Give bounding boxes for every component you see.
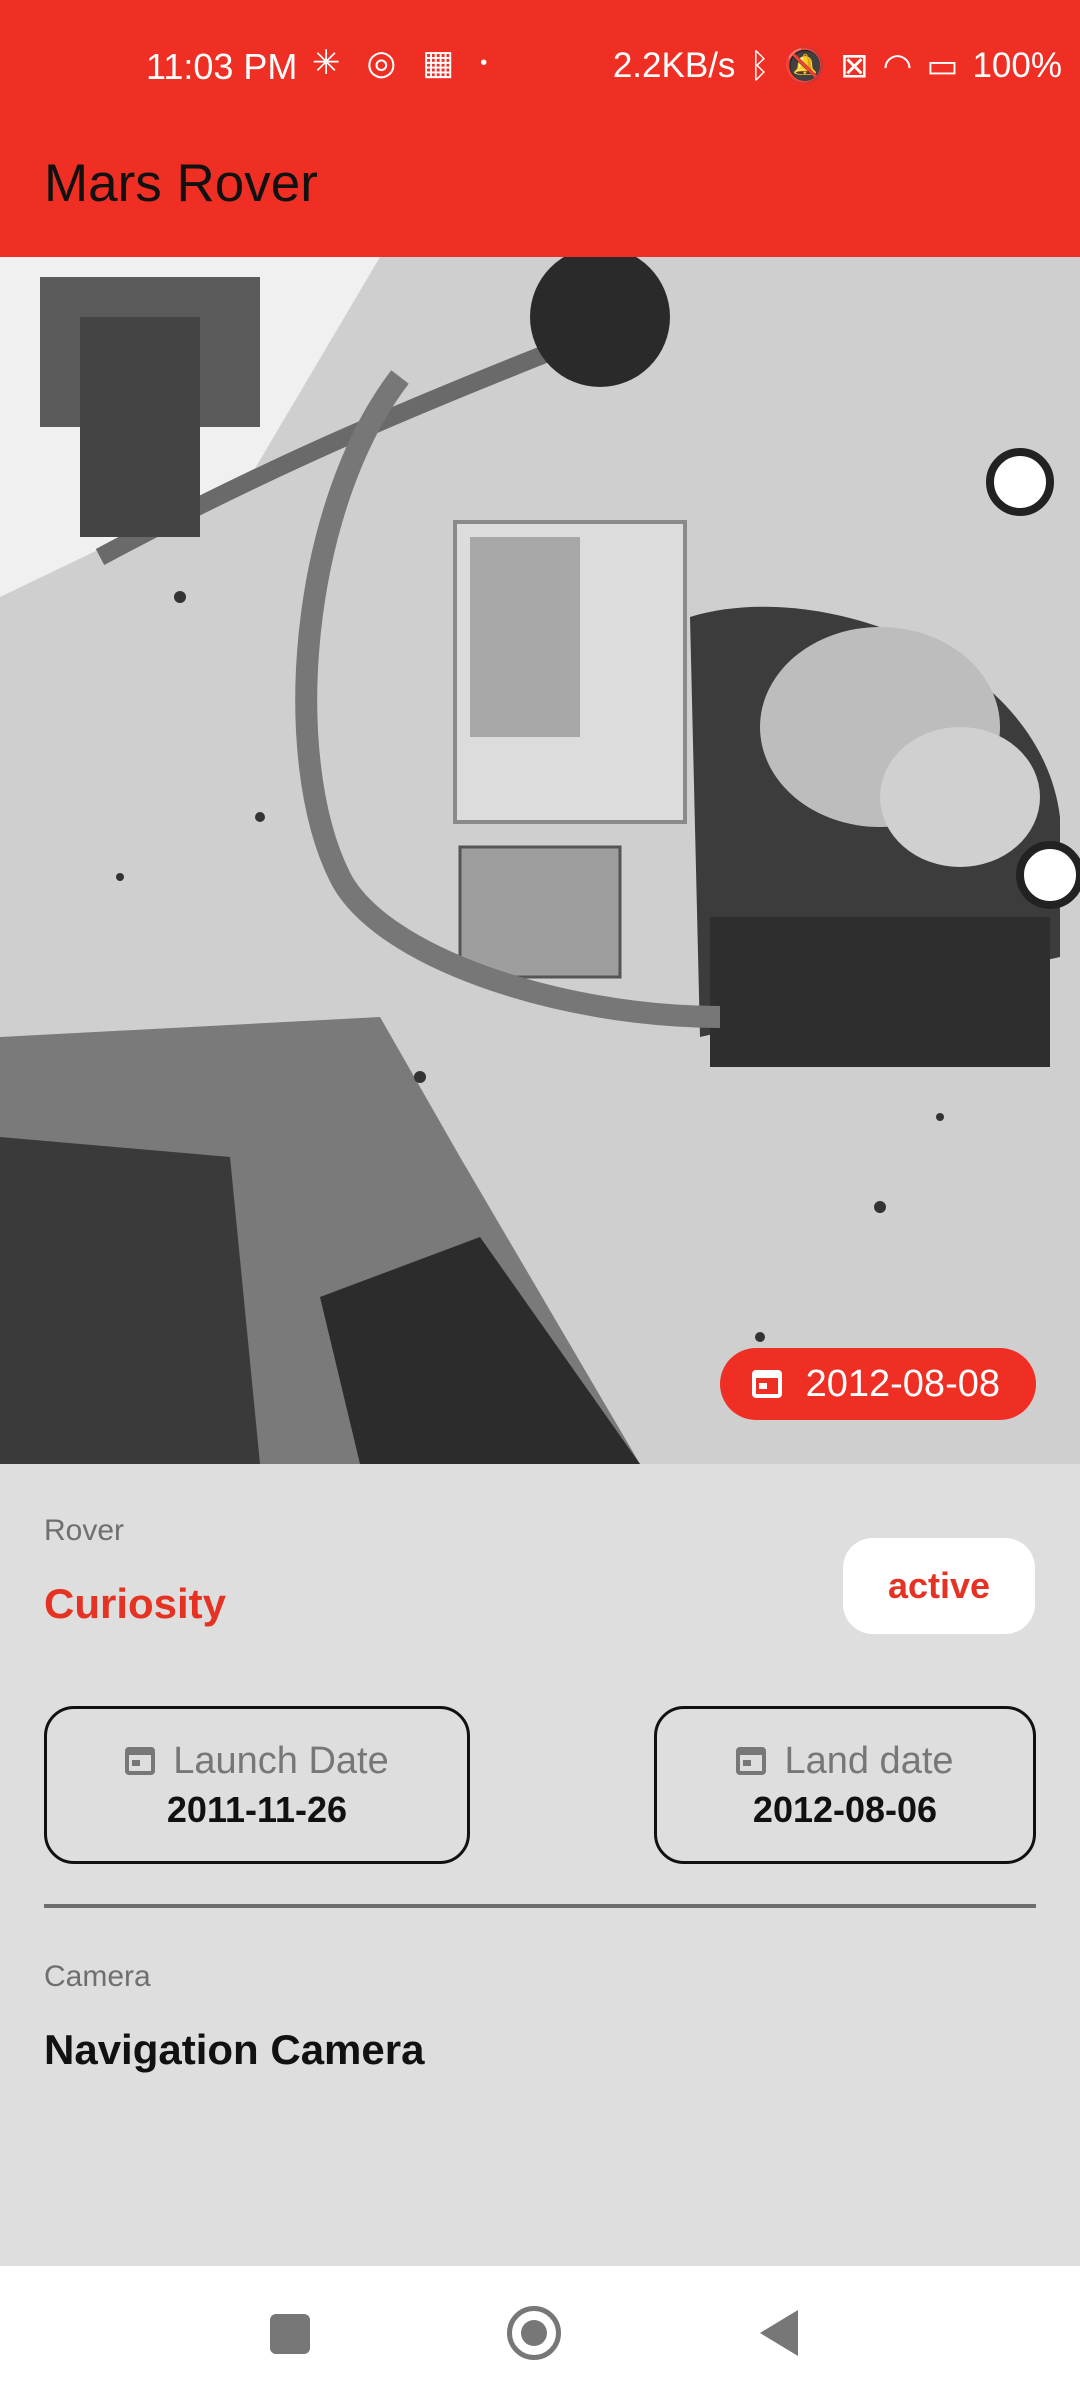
land-date-label: Land date [784, 1739, 954, 1782]
notification-icons: ✳ ◎ ▦ • [312, 46, 487, 80]
rover-photo: 2012-08-08 [0, 257, 1080, 1464]
rover-details: Rover Curiosity active Launch Date 2011-… [0, 1464, 1080, 2266]
sim-icon: ⊠ [840, 47, 869, 85]
mute-icon: 🔕 [783, 47, 827, 85]
qr-icon: ▦ [422, 44, 455, 82]
home-button[interactable] [507, 2306, 561, 2360]
camera-label: Camera [44, 1960, 151, 1993]
calendar-icon [125, 1747, 156, 1775]
land-date-card: Land date 2012-08-06 [654, 1706, 1036, 1864]
status-badge: active [843, 1538, 1035, 1634]
launch-date-value: 2011-11-26 [166, 1788, 348, 1830]
divider [44, 1904, 1036, 1908]
dot-icon: • [480, 52, 488, 74]
land-date-value: 2012-08-06 [752, 1788, 938, 1830]
photo-date-chip: 2012-08-08 [719, 1348, 1036, 1420]
app-bar: Mars Rover [0, 135, 1080, 257]
system-indicators: 2.2KB/s ᛒ 🔕 ⊠ ◠ ▭ 100% [613, 46, 1062, 86]
rover-photo-image [0, 257, 1080, 1464]
slack-icon: ✳ [312, 44, 341, 82]
rover-label: Rover [44, 1514, 125, 1547]
launch-date-label: Launch Date [173, 1739, 389, 1782]
page-title: Mars Rover [44, 154, 318, 213]
back-button[interactable] [760, 2310, 798, 2356]
photo-date: 2012-08-08 [805, 1362, 1000, 1405]
camera-name: Navigation Camera [44, 2026, 425, 2073]
rover-name: Curiosity [44, 1580, 227, 1627]
battery-level: 100% [972, 46, 1062, 85]
calendar-icon [751, 1370, 782, 1398]
system-nav-bar [0, 2266, 1080, 2400]
calendar-icon [736, 1747, 767, 1775]
launch-date-card: Launch Date 2011-11-26 [44, 1706, 470, 1864]
status-time: 11:03 PM [146, 46, 298, 87]
recents-button[interactable] [270, 2314, 310, 2354]
status-bar: 11:03 PM ✳ ◎ ▦ • 2.2KB/s ᛒ 🔕 ⊠ ◠ ▭ 100% [0, 0, 1080, 135]
wifi-icon: ◠ [882, 47, 913, 85]
app-notification-icon: ◎ [366, 44, 397, 82]
battery-charging-icon: ▭ [926, 47, 959, 85]
bluetooth-icon: ᛒ [749, 47, 770, 85]
network-speed: 2.2KB/s [612, 46, 736, 85]
